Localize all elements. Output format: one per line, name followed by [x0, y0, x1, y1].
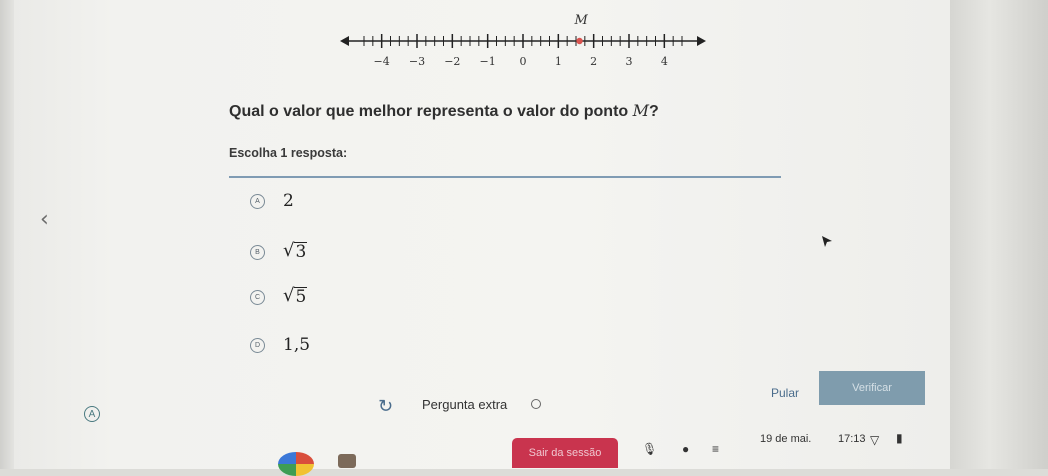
tick-label: 0 — [520, 55, 527, 68]
tick-label: 3 — [626, 55, 633, 68]
taskbar-date[interactable]: 19 de mai. — [760, 433, 811, 445]
browser-app-icon[interactable] — [278, 452, 314, 476]
chevron-left-icon[interactable]: ‹ — [40, 207, 49, 232]
option-a[interactable]: A 2 — [250, 189, 294, 213]
tick-labels-group: −4 −3 −2 −1 0 1 2 3 4 — [374, 55, 668, 68]
tick-label: 4 — [661, 55, 668, 68]
option-d-value: 1,5 — [283, 335, 311, 355]
monitor-bezel — [950, 0, 1048, 469]
arrow-left-icon — [340, 36, 349, 46]
battery-icon[interactable]: ▮ — [896, 431, 903, 445]
clipboard-icon[interactable]: ≡ — [712, 442, 719, 456]
tick-label: −1 — [480, 55, 496, 68]
sqrt-icon: √ — [283, 285, 295, 307]
question-variable: M — [632, 101, 650, 120]
option-b[interactable]: B √ 3 — [250, 240, 308, 264]
question-body: Qual o valor que melhor representa o val… — [229, 103, 633, 120]
screen-left-edge — [0, 0, 14, 469]
question-text: Qual o valor que melhor representa o val… — [229, 101, 659, 121]
arrow-right-icon — [697, 36, 706, 46]
option-b-value: √ 3 — [283, 240, 308, 263]
skip-button[interactable]: Pular — [771, 386, 799, 400]
point-label-m: M — [574, 13, 589, 28]
tick-label: −4 — [374, 55, 390, 68]
wifi-icon[interactable]: ▽ — [870, 433, 879, 447]
mouse-pointer-icon — [822, 236, 832, 247]
tick-label: 1 — [555, 55, 562, 68]
corner-a-icon: A — [84, 406, 100, 422]
extra-question-label[interactable]: Pergunta extra — [422, 397, 507, 412]
microphone-icon[interactable]: 🎙 — [642, 442, 657, 456]
record-icon[interactable]: ● — [682, 442, 689, 456]
point-m — [576, 37, 583, 45]
question-end: ? — [649, 103, 659, 120]
option-a-badge: A — [250, 193, 265, 209]
tick-label: −2 — [444, 55, 460, 68]
app-icon[interactable] — [338, 454, 356, 468]
divider — [229, 176, 781, 178]
tick-label: −3 — [409, 55, 425, 68]
option-c-value: √ 5 — [283, 285, 308, 308]
sqrt-icon: √ — [283, 240, 295, 262]
option-c-radicand: 5 — [294, 287, 308, 308]
number-line: M −4 −3 −2 −1 0 1 2 3 4 — [340, 13, 706, 68]
tick-label: 2 — [590, 55, 597, 68]
extra-question-toggle[interactable] — [531, 399, 541, 409]
option-b-badge: B — [250, 244, 265, 260]
option-d-badge: D — [250, 337, 265, 353]
option-d[interactable]: D 1,5 — [250, 333, 310, 357]
answer-instruction: Escolha 1 resposta: — [229, 146, 348, 160]
option-a-value: 2 — [283, 191, 294, 211]
option-c[interactable]: C √ 5 — [250, 285, 308, 309]
refresh-arc-icon[interactable]: ↻ — [378, 396, 393, 417]
taskbar-time[interactable]: 17:13 — [838, 433, 866, 445]
logout-button[interactable]: Sair da sessão — [512, 438, 618, 468]
verify-button[interactable]: Verificar — [819, 371, 925, 405]
option-c-badge: C — [250, 289, 265, 305]
option-b-radicand: 3 — [294, 242, 308, 263]
